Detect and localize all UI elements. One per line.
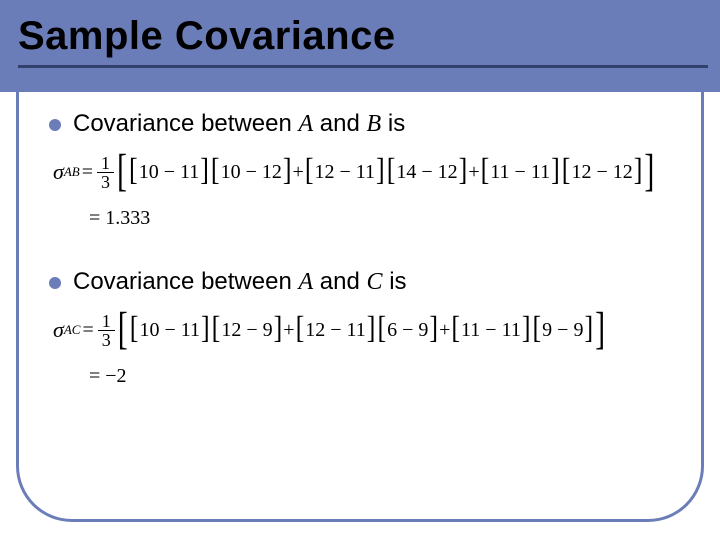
- formula-ac-result: = −2: [53, 360, 679, 392]
- frac-ab-num: 1: [97, 154, 114, 172]
- formula-ab-result: = 1.333: [53, 202, 679, 234]
- content-panel: Covariance between A and B is σAB = 1 3 …: [16, 92, 704, 522]
- plus-2: +: [439, 314, 450, 346]
- outer-lbracket: [: [118, 294, 128, 366]
- content-area: Covariance between A and B is σAB = 1 3 …: [19, 92, 701, 392]
- eq-sign: =: [82, 314, 93, 346]
- sigma-ab-sub: AB: [64, 162, 80, 183]
- bullet-1-mid: and: [313, 110, 366, 137]
- title-block: Sample Covariance: [18, 14, 708, 68]
- var-B: B: [367, 111, 382, 137]
- frac-ab: 1 3: [97, 154, 114, 191]
- bullet-2-mid: and: [313, 268, 366, 295]
- plus-2: +: [468, 156, 479, 188]
- bullet-2-pre: Covariance between: [73, 268, 298, 295]
- outer-rbracket: ]: [595, 294, 605, 366]
- bullet-1-post: is: [381, 110, 405, 137]
- plus-1: +: [283, 314, 294, 346]
- bullet-2-text: Covariance between A and C is: [73, 268, 407, 296]
- outer-rbracket: ]: [644, 136, 654, 208]
- sigma-ac: σ: [53, 312, 64, 347]
- bullet-icon: [49, 119, 61, 131]
- outer-lbracket: [: [117, 136, 127, 208]
- plus-1: +: [293, 156, 304, 188]
- var-C: C: [367, 269, 383, 295]
- bullet-1-text: Covariance between A and B is: [73, 110, 405, 138]
- formula-ac-line1: σAC = 1 3 [ [10 − 11][12 − 9] + [12 − 11…: [53, 306, 679, 354]
- formula-ab: σAB = 1 3 [ [10 − 11][10 − 12] + [12 − 1…: [53, 148, 679, 234]
- bullet-icon: [49, 277, 61, 289]
- frac-ac-num: 1: [98, 312, 115, 330]
- frac-ac-den: 3: [98, 331, 115, 349]
- frac-ac: 1 3: [98, 312, 115, 349]
- slide-title: Sample Covariance: [18, 14, 708, 59]
- bullet-1: Covariance between A and B is: [49, 110, 679, 138]
- term-ab-1: [10 − 11][10 − 12]: [128, 156, 293, 188]
- eq-sign: =: [82, 156, 93, 188]
- sigma-ab: σ: [53, 154, 64, 189]
- title-underline: [18, 65, 708, 68]
- var-A: A: [298, 111, 313, 137]
- term-ab-2: [12 − 11][14 − 12]: [304, 156, 469, 188]
- bullet-2-post: is: [383, 268, 407, 295]
- term-ac-1: [10 − 11][12 − 9]: [129, 314, 284, 346]
- bullet-2: Covariance between A and C is: [49, 268, 679, 296]
- term-ac-2: [12 − 11][6 − 9]: [295, 314, 440, 346]
- formula-ab-line1: σAB = 1 3 [ [10 − 11][10 − 12] + [12 − 1…: [53, 148, 679, 196]
- var-A: A: [298, 269, 313, 295]
- term-ab-3: [11 − 11][12 − 12]: [480, 156, 644, 188]
- frac-ab-den: 3: [97, 173, 114, 191]
- bullet-1-pre: Covariance between: [73, 110, 298, 137]
- formula-ac: σAC = 1 3 [ [10 − 11][12 − 9] + [12 − 11…: [53, 306, 679, 392]
- term-ac-3: [11 − 11][9 − 9]: [450, 314, 594, 346]
- sigma-ac-sub: AC: [64, 320, 81, 341]
